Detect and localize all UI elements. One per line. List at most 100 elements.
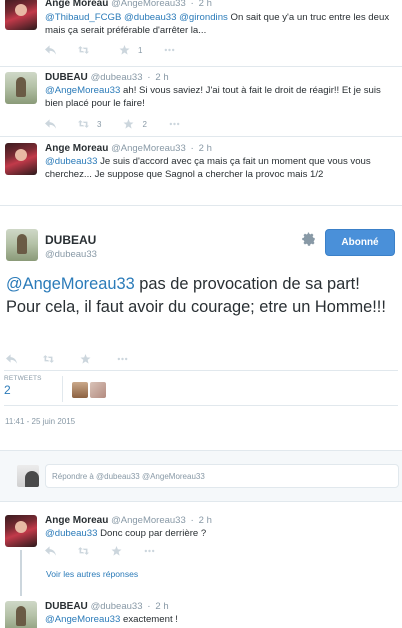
divider: [4, 405, 398, 406]
reply-button[interactable]: [45, 119, 56, 129]
tweet-text: @AngeMoreau33 pas de provocation de sa p…: [6, 273, 396, 319]
mention-link[interactable]: @dubeau33: [45, 528, 97, 539]
author-handle[interactable]: @dubeau33: [91, 72, 143, 83]
tweet-header: DUBEAU @dubeau33 · 2 h: [45, 601, 169, 613]
more-button[interactable]: [169, 119, 180, 129]
mention-link[interactable]: @dubeau33: [45, 156, 97, 167]
avatar[interactable]: [5, 601, 37, 628]
avatar[interactable]: [5, 0, 37, 30]
avatar[interactable]: [5, 72, 37, 104]
avatar[interactable]: [6, 229, 38, 261]
author-name[interactable]: DUBEAU: [45, 233, 96, 247]
tweet-time[interactable]: 2 h: [155, 72, 168, 83]
favorite-button[interactable]: 1: [119, 45, 142, 55]
thread-connector: [20, 550, 22, 596]
more-button[interactable]: [144, 546, 155, 556]
star-icon: [119, 45, 130, 55]
favorite-button[interactable]: [111, 546, 122, 556]
retweet-stats[interactable]: RETWEETS 2: [4, 375, 42, 397]
tweet-header: Ange Moreau @AngeMoreau33 · 2 h: [45, 515, 212, 527]
gear-icon[interactable]: [302, 232, 316, 246]
more-button[interactable]: [164, 45, 175, 55]
author-name[interactable]: Ange Moreau: [45, 143, 108, 154]
avatar: [17, 465, 39, 487]
author-name[interactable]: DUBEAU: [45, 601, 88, 612]
tweet-actions: 3 2: [45, 118, 202, 130]
tweet-time[interactable]: 2 h: [155, 601, 168, 612]
avatar[interactable]: [5, 515, 37, 547]
retweet-button[interactable]: [78, 45, 97, 55]
tweet[interactable]: Ange Moreau @AngeMoreau33 · 2 h @dubeau3…: [0, 143, 402, 203]
avatar[interactable]: [5, 143, 37, 175]
more-icon: [144, 546, 155, 556]
author-name[interactable]: DUBEAU: [45, 72, 88, 83]
retweet-button[interactable]: [43, 354, 54, 364]
retweet-icon: [78, 119, 89, 129]
retweet-icon: [78, 45, 89, 55]
tweet-actions: 1: [45, 44, 197, 56]
mention-link[interactable]: @AngeMoreau33: [6, 275, 135, 293]
mention-link[interactable]: @AngeMoreau33: [45, 614, 120, 625]
author-handle[interactable]: @dubeau33: [45, 249, 97, 260]
tweet-datetime[interactable]: 11:41 - 25 juin 2015: [5, 417, 75, 426]
tweet-time[interactable]: 2 h: [199, 0, 212, 9]
tweet-header: DUBEAU @dubeau33 · 2 h: [45, 72, 169, 84]
star-icon: [111, 546, 122, 556]
divider: [0, 136, 402, 137]
tweet[interactable]: DUBEAU @dubeau33 · 2 h @AngeMoreau33 ah!…: [0, 72, 402, 136]
reply-icon: [45, 45, 56, 55]
author-name[interactable]: Ange Moreau: [45, 0, 108, 9]
reply-tweet[interactable]: DUBEAU @dubeau33 · 2 h @AngeMoreau33 exa…: [0, 601, 402, 628]
tweet-text: @AngeMoreau33 ah! Si vous saviez! J'ai t…: [45, 84, 395, 110]
retweet-button[interactable]: [78, 546, 89, 556]
retweets-count[interactable]: 2: [4, 383, 42, 397]
tweet-header: Ange Moreau @AngeMoreau33 · 2 h: [45, 143, 212, 155]
retweet-icon: [78, 546, 89, 556]
reply-button[interactable]: [45, 546, 56, 556]
tweet-time[interactable]: 2 h: [199, 515, 212, 526]
divider: [0, 66, 402, 67]
author-handle[interactable]: @dubeau33: [91, 601, 143, 612]
retweeter-avatar[interactable]: [72, 382, 88, 398]
divider: [4, 370, 398, 371]
star-icon: [80, 354, 91, 364]
tweet-body: exactement !: [120, 614, 178, 625]
separator-dot: ·: [190, 0, 194, 9]
retweet-button[interactable]: 3: [78, 119, 101, 129]
reply-button[interactable]: [45, 45, 56, 55]
tweet-header: Ange Moreau @AngeMoreau33 · 2 h: [45, 0, 212, 10]
reply-button[interactable]: [6, 354, 17, 364]
author-name[interactable]: Ange Moreau: [45, 515, 108, 526]
retweeter-avatar[interactable]: [90, 382, 106, 398]
reply-tweet[interactable]: Ange Moreau @AngeMoreau33 · 2 h @dubeau3…: [0, 515, 402, 555]
retweets-label: RETWEETS: [4, 375, 42, 382]
tweet-text: @AngeMoreau33 exactement !: [45, 613, 395, 626]
retweet-icon: [43, 354, 54, 364]
separator-dot: ·: [190, 515, 194, 526]
tweet-text: @dubeau33 Je suis d'accord avec ça mais …: [45, 155, 395, 181]
more-button[interactable]: [117, 354, 128, 364]
following-button[interactable]: Abonné: [325, 229, 395, 256]
author-handle[interactable]: @AngeMoreau33: [111, 515, 186, 526]
star-icon: [123, 119, 134, 129]
stat-divider: [62, 376, 63, 402]
reply-icon: [6, 354, 17, 364]
separator-dot: ·: [147, 601, 151, 612]
tweet-time[interactable]: 2 h: [199, 143, 212, 154]
reply-composer: Répondre à @dubeau33 @AngeMoreau33: [0, 450, 402, 502]
reply-icon: [45, 119, 56, 129]
mention-link[interactable]: @Thibaud_FCGB @dubeau33 @girondins: [45, 12, 228, 23]
favorite-button[interactable]: 2: [123, 119, 147, 129]
show-more-replies-link[interactable]: Voir les autres réponses: [46, 569, 138, 579]
favorite-count: 1: [138, 45, 143, 55]
author-handle[interactable]: @AngeMoreau33: [111, 0, 186, 9]
tweet[interactable]: Ange Moreau @AngeMoreau33 · 2 h @Thibaud…: [0, 0, 402, 68]
more-icon: [117, 354, 128, 364]
author-handle[interactable]: @AngeMoreau33: [111, 143, 186, 154]
tweet-actions: [6, 353, 150, 365]
mention-link[interactable]: @AngeMoreau33: [45, 85, 120, 96]
reply-icon: [45, 546, 56, 556]
more-icon: [164, 45, 175, 55]
reply-input[interactable]: Répondre à @dubeau33 @AngeMoreau33: [45, 464, 399, 488]
favorite-button[interactable]: [80, 354, 91, 364]
